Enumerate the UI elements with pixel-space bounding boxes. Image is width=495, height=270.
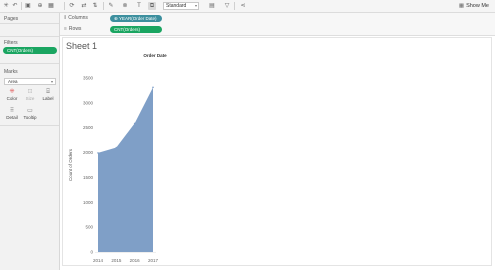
new-sheet-icon[interactable]: ▦ (47, 2, 55, 10)
filters-card-title: Filters (4, 40, 18, 46)
undo-icon[interactable]: ↶ (11, 2, 19, 10)
y-tick-label: 3000 (83, 100, 94, 105)
tableau-logo-icon[interactable]: ✳ (2, 2, 10, 10)
filter-pill-cnt-orders[interactable]: CNT(Orders) (3, 47, 57, 54)
marks-tooltip-label: Tooltip (23, 115, 37, 120)
rows-icon: ≡ (64, 26, 67, 32)
marks-detail-button[interactable]: ⠿ Detail (4, 108, 20, 122)
toolbar-separator (21, 2, 22, 10)
fix-axes-icon[interactable]: ⧉ (148, 2, 156, 10)
toolbar-separator (64, 2, 65, 10)
area-series[interactable] (98, 87, 153, 252)
rows-shelf[interactable]: ≡ Rows CNT(Orders) (60, 24, 495, 36)
x-tick-label: 2016 (130, 258, 141, 263)
area-chart[interactable]: 0 500 1000 1500 2000 2500 3000 3500 2014 2015 2016… (63, 38, 493, 267)
fit-select[interactable]: Standard ▾ (163, 2, 199, 10)
columns-pill-year-order-date[interactable]: ⊕ YEAR(Order Date) (110, 15, 162, 22)
show-me-icon: ▦ (458, 3, 465, 9)
marks-color-button[interactable]: ⁜ Color (4, 89, 20, 103)
y-tick-label: 2500 (83, 125, 94, 130)
pages-divider (0, 23, 59, 24)
y-tick-label: 1500 (83, 175, 94, 180)
rows-shelf-text: Rows (68, 26, 82, 32)
marks-label-button[interactable]: ⌸ Label (40, 89, 56, 103)
columns-icon: ⦀ (64, 15, 67, 21)
show-me-button[interactable]: ▦ Show Me (459, 2, 489, 10)
marks-size-label: Size (25, 96, 35, 101)
y-tick-label: 0 (90, 250, 93, 255)
label-text-icon: ⌸ (46, 89, 50, 95)
color-icon: ⁜ (9, 89, 15, 95)
show-cards-icon[interactable]: ▤ (208, 2, 216, 10)
label-icon[interactable]: T (135, 2, 143, 10)
pause-updates-icon[interactable]: ⟳ (68, 2, 76, 10)
highlight-icon[interactable]: ✎ (107, 2, 115, 10)
data-point[interactable] (152, 86, 154, 89)
y-tick-label: 2000 (83, 150, 94, 155)
data-point[interactable] (133, 122, 136, 125)
mark-type-value: Area (8, 79, 18, 84)
mark-type-dropdown[interactable]: Area ▾ (4, 78, 56, 85)
sort-ascending-icon[interactable]: ⇅ (91, 2, 99, 10)
marks-color-label: Color (6, 96, 18, 101)
columns-shelf-text: Columns (68, 15, 88, 21)
worksheet-view[interactable]: Sheet 1 Order Date 0 500 1000 1500 2000 2500 3… (62, 37, 492, 266)
pages-card-bottom (0, 36, 59, 37)
share-icon[interactable]: ⋖ (239, 2, 247, 10)
toolbar: ✳ ↶ ▣ ⊕ ▦ ⟳ ⇄ ⇅ ✎ ⊗ T ⧉ Standard ▾ ▤ ▽ ⋖… (0, 0, 495, 13)
marks-label-label: Label (42, 96, 54, 101)
marks-card-bottom (0, 125, 59, 126)
y-tick-label: 3500 (83, 76, 94, 81)
size-icon: ⊡ (27, 89, 33, 95)
y-tick-label: 1000 (83, 200, 94, 205)
marks-tooltip-button[interactable]: ▭ Tooltip (22, 108, 38, 122)
x-tick-label: 2015 (111, 258, 122, 263)
marks-size-button[interactable]: ⊡ Size (22, 89, 38, 103)
filters-card-bottom (0, 63, 59, 64)
data-point[interactable] (115, 146, 118, 149)
columns-pill-text: YEAR(Order Date) (118, 16, 157, 21)
y-tick-label: 500 (85, 225, 93, 230)
add-datasource-icon[interactable]: ⊕ (36, 2, 44, 10)
pages-card-title: Pages (4, 16, 19, 22)
toolbar-separator (234, 2, 235, 10)
x-tick-label: 2014 (93, 258, 104, 263)
tooltip-icon: ▭ (27, 108, 33, 114)
fit-select-value: Standard (166, 3, 187, 9)
group-icon[interactable]: ⊗ (121, 2, 129, 10)
presentation-icon[interactable]: ▽ (223, 2, 231, 10)
show-me-label: Show Me (466, 3, 489, 9)
chevron-down-icon: ▾ (50, 79, 53, 84)
x-tick-label: 2017 (148, 258, 159, 263)
marks-card-title: Marks (4, 69, 18, 75)
chevron-down-icon: ▾ (194, 3, 197, 8)
toolbar-separator (103, 2, 104, 10)
left-panel: Pages Filters CNT(Orders) Marks Area ▾ ⁜… (0, 13, 60, 270)
detail-icon: ⠿ (9, 108, 15, 114)
rows-shelf-label: ≡ Rows (64, 26, 81, 32)
marks-detail-label: Detail (6, 115, 18, 120)
data-point[interactable] (97, 152, 99, 154)
rows-pill-cnt-orders[interactable]: CNT(Orders) (110, 26, 162, 33)
columns-shelf-label: ⦀ Columns (64, 15, 88, 21)
y-axis-title: Count of Orders (68, 148, 73, 181)
swap-icon[interactable]: ⇄ (80, 2, 88, 10)
save-icon[interactable]: ▣ (24, 2, 32, 10)
